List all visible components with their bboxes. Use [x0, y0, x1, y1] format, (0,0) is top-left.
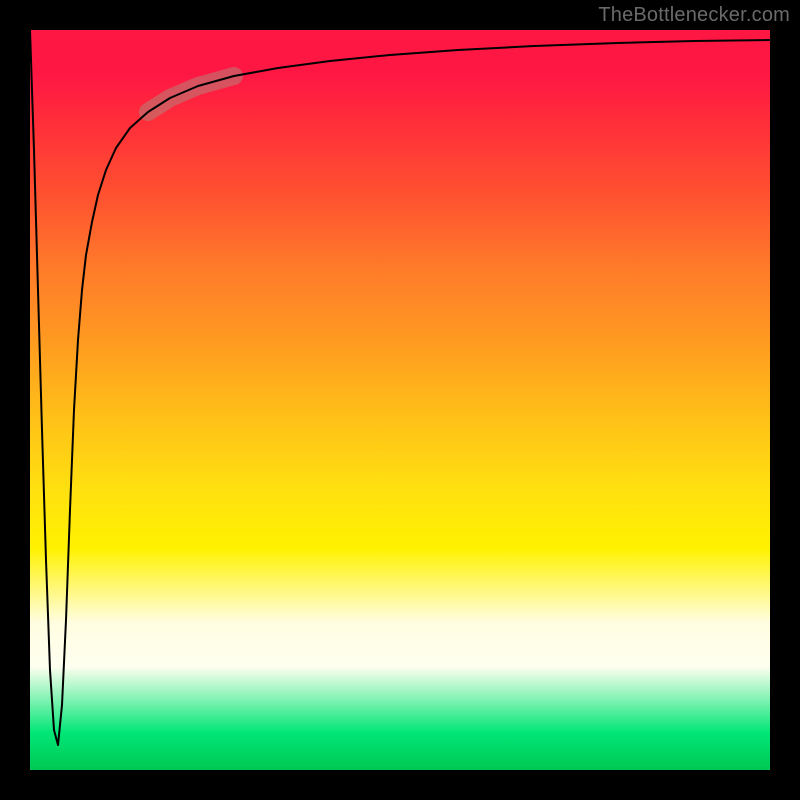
bottleneck-curve [30, 30, 770, 745]
curve-highlight-segment [148, 76, 234, 112]
curve-layer [30, 30, 770, 770]
plot-area [30, 30, 770, 770]
chart-frame: TheBottlenecker.com [0, 0, 800, 800]
watermark-text: TheBottlenecker.com [598, 4, 790, 27]
